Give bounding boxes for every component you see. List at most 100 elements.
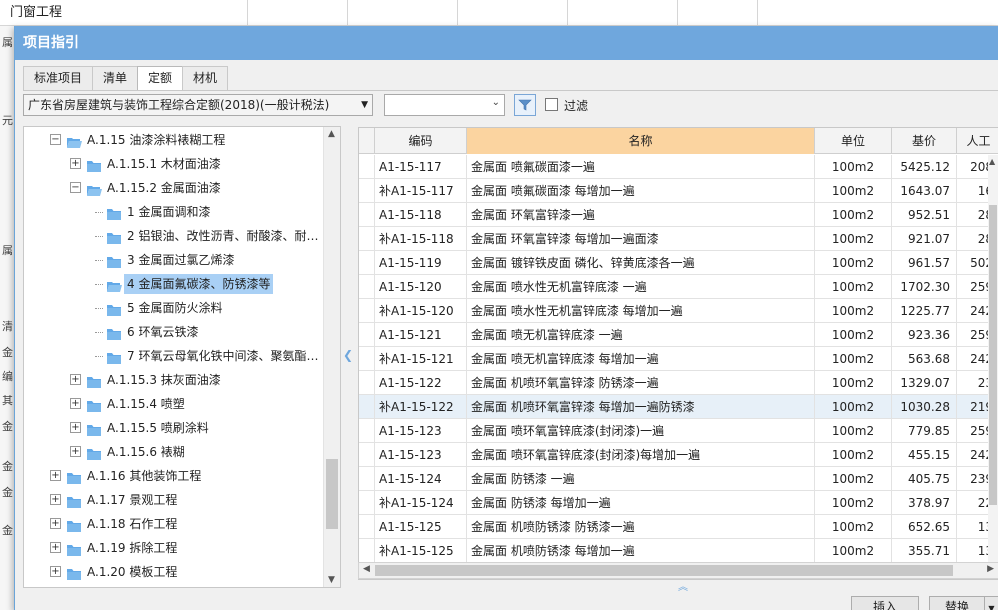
expand-bottom-icon[interactable]: ︽: [678, 578, 688, 593]
filter-button[interactable]: [514, 94, 536, 116]
tree-node[interactable]: − A.1.15.2 金属面油漆: [24, 176, 324, 200]
column-header-unit[interactable]: 单位: [815, 128, 892, 154]
background-cell[interactable]: [458, 0, 568, 26]
table-row[interactable]: 补A1-15-122 金属面 机喷环氧富锌漆 每增加一遍防锈漆 100m2 1030.…: [359, 395, 998, 419]
cell-name[interactable]: 金属面 环氧富锌漆 每增加一遍面漆: [467, 227, 815, 251]
cell-name[interactable]: 金属面 环氧富锌漆一遍: [467, 203, 815, 227]
cell-name[interactable]: 金属面 机喷环氧富锌漆 每增加一遍防锈漆: [467, 395, 815, 419]
tree-node[interactable]: + A.1.15.3 抹灰面油漆: [24, 368, 324, 392]
cell-code[interactable]: A1-15-117: [375, 155, 467, 179]
cell-name[interactable]: 金属面 喷氟碳面漆一遍: [467, 155, 815, 179]
cell-code[interactable]: A1-15-123: [375, 419, 467, 443]
cell-code[interactable]: A1-15-118: [375, 203, 467, 227]
background-cell[interactable]: 门窗工程: [0, 0, 248, 26]
row-indicator[interactable]: [359, 323, 375, 347]
cell-code[interactable]: A1-15-121: [375, 323, 467, 347]
table-row[interactable]: A1-15-117 金属面 喷氟碳面漆一遍 100m2 5425.12 208: [359, 155, 998, 179]
table-row[interactable]: 补A1-15-124 金属面 防锈漆 每增加一遍 100m2 378.97 22: [359, 491, 998, 515]
column-header-labor[interactable]: 人工: [957, 128, 998, 154]
expand-icon[interactable]: +: [50, 566, 61, 577]
tree-node[interactable]: 3 金属面过氯乙烯漆: [24, 248, 324, 272]
cell-price[interactable]: 923.36: [892, 323, 957, 347]
table-row[interactable]: A1-15-123 金属面 喷环氧富锌底漆(封闭漆)每增加一遍 100m2 455.1…: [359, 443, 998, 467]
tree-node[interactable]: + A.1.17 景观工程: [24, 488, 324, 512]
tree-node[interactable]: 5 金属面防火涂料: [24, 296, 324, 320]
table-row[interactable]: 补A1-15-117 金属面 喷氟碳面漆 每增加一遍 100m2 1643.07 16: [359, 179, 998, 203]
cell-price[interactable]: 1702.30: [892, 275, 957, 299]
cell-price[interactable]: 355.71: [892, 539, 957, 563]
collapse-icon[interactable]: −: [50, 134, 61, 145]
expand-icon[interactable]: +: [70, 374, 81, 385]
cell-name[interactable]: 金属面 机喷环氧富锌漆 防锈漆一遍: [467, 371, 815, 395]
scroll-thumb[interactable]: [375, 565, 953, 576]
background-cell[interactable]: [348, 0, 458, 26]
table-row[interactable]: A1-15-125 金属面 机喷防锈漆 防锈漆一遍 100m2 652.65 13: [359, 515, 998, 539]
grid-horizontal-scrollbar[interactable]: ◀ ▶: [358, 562, 998, 579]
tree-node[interactable]: 4 金属面氟碳漆、防锈漆等: [24, 272, 324, 296]
tree-scrollbar[interactable]: ▲ ▼: [323, 127, 340, 587]
row-indicator[interactable]: [359, 395, 375, 419]
cell-price[interactable]: 455.15: [892, 443, 957, 467]
row-indicator[interactable]: [359, 275, 375, 299]
cell-code[interactable]: 补A1-15-118: [375, 227, 467, 251]
column-header-code[interactable]: 编码: [375, 128, 467, 154]
cell-code[interactable]: 补A1-15-121: [375, 347, 467, 371]
scroll-up-icon[interactable]: ▲: [989, 157, 995, 166]
cell-unit[interactable]: 100m2: [815, 251, 892, 275]
cell-unit[interactable]: 100m2: [815, 203, 892, 227]
table-row[interactable]: A1-15-122 金属面 机喷环氧富锌漆 防锈漆一遍 100m2 1329.07 23: [359, 371, 998, 395]
table-row[interactable]: A1-15-120 金属面 喷水性无机富锌底漆 一遍 100m2 1702.30 259: [359, 275, 998, 299]
cell-unit[interactable]: 100m2: [815, 419, 892, 443]
dialog-title[interactable]: 项目指引: [15, 26, 998, 60]
quota-library-select[interactable]: 广东省房屋建筑与装饰工程综合定额(2018)(一般计税法) ▼: [23, 94, 373, 116]
tree-node[interactable]: − A.1.15 油漆涂料裱糊工程: [24, 128, 324, 152]
cell-unit[interactable]: 100m2: [815, 395, 892, 419]
tab-1[interactable]: 清单: [92, 66, 139, 90]
column-header-name[interactable]: 名称: [467, 128, 815, 154]
cell-code[interactable]: 补A1-15-120: [375, 299, 467, 323]
cell-code[interactable]: A1-15-120: [375, 275, 467, 299]
table-row[interactable]: 补A1-15-118 金属面 环氧富锌漆 每增加一遍面漆 100m2 921.07 28: [359, 227, 998, 251]
scroll-thumb[interactable]: [989, 205, 997, 505]
cell-unit[interactable]: 100m2: [815, 371, 892, 395]
cell-code[interactable]: A1-15-119: [375, 251, 467, 275]
cell-name[interactable]: 金属面 喷环氧富锌底漆(封闭漆)每增加一遍: [467, 443, 815, 467]
cell-unit[interactable]: 100m2: [815, 515, 892, 539]
row-indicator[interactable]: [359, 299, 375, 323]
cell-unit[interactable]: 100m2: [815, 299, 892, 323]
replace-button[interactable]: 替换: [929, 596, 985, 610]
column-header-price[interactable]: 基价: [892, 128, 957, 154]
cell-price[interactable]: 952.51: [892, 203, 957, 227]
scroll-right-icon[interactable]: ▶: [987, 564, 994, 574]
background-cell[interactable]: [248, 0, 348, 26]
row-indicator[interactable]: [359, 347, 375, 371]
tree-node[interactable]: + A.1.15.6 裱糊: [24, 440, 324, 464]
tree-node[interactable]: + A.1.18 石作工程: [24, 512, 324, 536]
cell-code[interactable]: 补A1-15-125: [375, 539, 467, 563]
table-row[interactable]: 补A1-15-120 金属面 喷水性无机富锌底漆 每增加一遍 100m2 1225.7…: [359, 299, 998, 323]
background-cell[interactable]: [568, 0, 678, 26]
cell-price[interactable]: 921.07: [892, 227, 957, 251]
cell-price[interactable]: 378.97: [892, 491, 957, 515]
row-indicator[interactable]: [359, 155, 375, 179]
table-row[interactable]: 补A1-15-125 金属面 机喷防锈漆 每增加一遍 100m2 355.71 13: [359, 539, 998, 563]
scroll-down-icon[interactable]: ▼: [328, 575, 335, 585]
cell-code[interactable]: A1-15-124: [375, 467, 467, 491]
expand-icon[interactable]: +: [70, 446, 81, 457]
tab-3[interactable]: 材机: [182, 66, 229, 90]
cell-price[interactable]: 1225.77: [892, 299, 957, 323]
cell-price[interactable]: 779.85: [892, 419, 957, 443]
cell-price[interactable]: 563.68: [892, 347, 957, 371]
cell-price[interactable]: 5425.12: [892, 155, 957, 179]
row-indicator[interactable]: [359, 443, 375, 467]
scroll-thumb[interactable]: [326, 459, 338, 529]
cell-name[interactable]: 金属面 防锈漆 一遍: [467, 467, 815, 491]
row-indicator[interactable]: [359, 179, 375, 203]
cell-price[interactable]: 1329.07: [892, 371, 957, 395]
expand-icon[interactable]: +: [50, 518, 61, 529]
table-row[interactable]: A1-15-123 金属面 喷环氧富锌底漆(封闭漆)一遍 100m2 779.85 25…: [359, 419, 998, 443]
cell-price[interactable]: 1030.28: [892, 395, 957, 419]
cell-name[interactable]: 金属面 喷环氧富锌底漆(封闭漆)一遍: [467, 419, 815, 443]
cell-unit[interactable]: 100m2: [815, 347, 892, 371]
row-indicator[interactable]: [359, 203, 375, 227]
